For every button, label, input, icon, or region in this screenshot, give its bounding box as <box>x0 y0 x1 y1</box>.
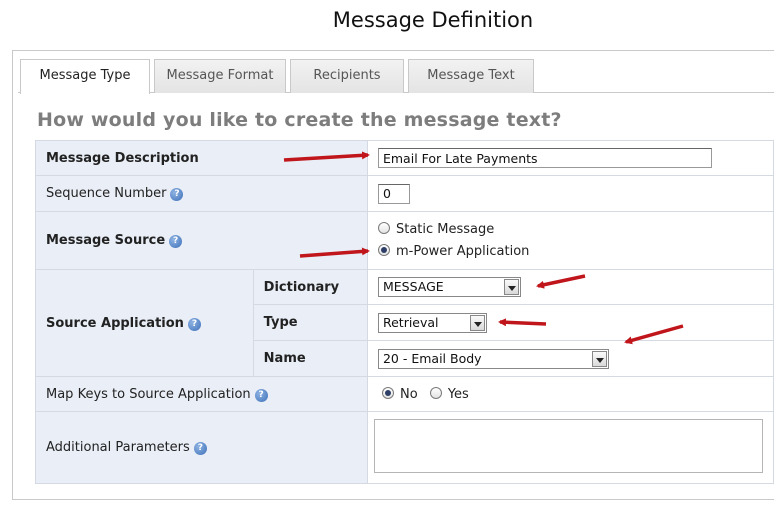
type-label: Type <box>252 304 368 341</box>
help-icon[interactable]: ? <box>254 388 268 402</box>
dropdown-arrow-icon[interactable] <box>469 314 485 331</box>
radio-button[interactable] <box>429 386 442 399</box>
message-description-label: Message Description <box>35 140 368 176</box>
help-icon[interactable]: ? <box>193 442 207 455</box>
radio-button[interactable] <box>377 243 390 256</box>
help-icon[interactable]: ? <box>187 317 201 331</box>
tab-message-text[interactable]: Message Text <box>408 59 534 93</box>
row-sequence-number: Sequence Number? <box>35 175 774 212</box>
source-application-label: Source Application <box>46 315 184 331</box>
radio-label: Yes <box>447 386 469 402</box>
radio-button[interactable] <box>377 221 390 234</box>
tab-bar: Message Type Message Format Recipients M… <box>18 51 774 94</box>
radio-map-keys-yes[interactable]: Yes <box>429 386 469 402</box>
radio-button[interactable] <box>381 386 394 399</box>
tab-message-format[interactable]: Message Format <box>154 59 286 93</box>
sequence-number-input[interactable] <box>377 183 410 204</box>
name-value: 20 - Email Body <box>382 350 482 366</box>
radio-label: Static Message <box>395 221 495 237</box>
tab-recipients[interactable]: Recipients <box>290 59 404 93</box>
type-select[interactable]: Retrieval <box>377 312 487 333</box>
map-keys-label: Map Keys to Source Application <box>46 386 251 402</box>
page-title: Message Definition <box>332 8 534 32</box>
additional-parameters-label: Additional Parameters <box>46 440 190 455</box>
row-message-description: Message Description <box>35 140 774 176</box>
dropdown-arrow-icon[interactable] <box>503 279 519 295</box>
row-dictionary: Source Application? Dictionary MESSAGE <box>35 269 774 377</box>
dictionary-label: Dictionary <box>252 269 368 305</box>
dropdown-arrow-icon[interactable] <box>591 350 607 367</box>
message-source-label: Message Source <box>46 233 166 248</box>
section-heading: How would you like to create the message… <box>37 109 562 131</box>
additional-parameters-textarea[interactable] <box>373 418 763 473</box>
message-type-form: Message Description Sequence Number? Mes… <box>35 140 774 484</box>
sequence-number-label: Sequence Number <box>46 186 167 201</box>
name-label: Name <box>252 340 368 377</box>
message-description-input[interactable] <box>377 148 712 168</box>
radio-mpower-application[interactable]: m-Power Application <box>377 241 763 263</box>
help-icon[interactable]: ? <box>169 235 183 248</box>
row-map-keys: Map Keys to Source Application? No Yes <box>35 376 774 412</box>
row-additional-parameters: Additional Parameters? <box>35 411 774 484</box>
row-message-source: Message Source? Static Message m-Power A… <box>35 211 774 270</box>
radio-label: m-Power Application <box>395 243 530 259</box>
dictionary-value: MESSAGE <box>382 279 444 294</box>
name-select[interactable]: 20 - Email Body <box>377 348 609 369</box>
tab-message-type[interactable]: Message Type <box>20 59 150 94</box>
radio-map-keys-no[interactable]: No <box>381 386 422 402</box>
radio-label: No <box>399 386 418 402</box>
radio-static-message[interactable]: Static Message <box>377 219 763 241</box>
type-value: Retrieval <box>382 314 439 330</box>
help-icon[interactable]: ? <box>170 188 184 201</box>
dictionary-select[interactable]: MESSAGE <box>377 277 521 297</box>
